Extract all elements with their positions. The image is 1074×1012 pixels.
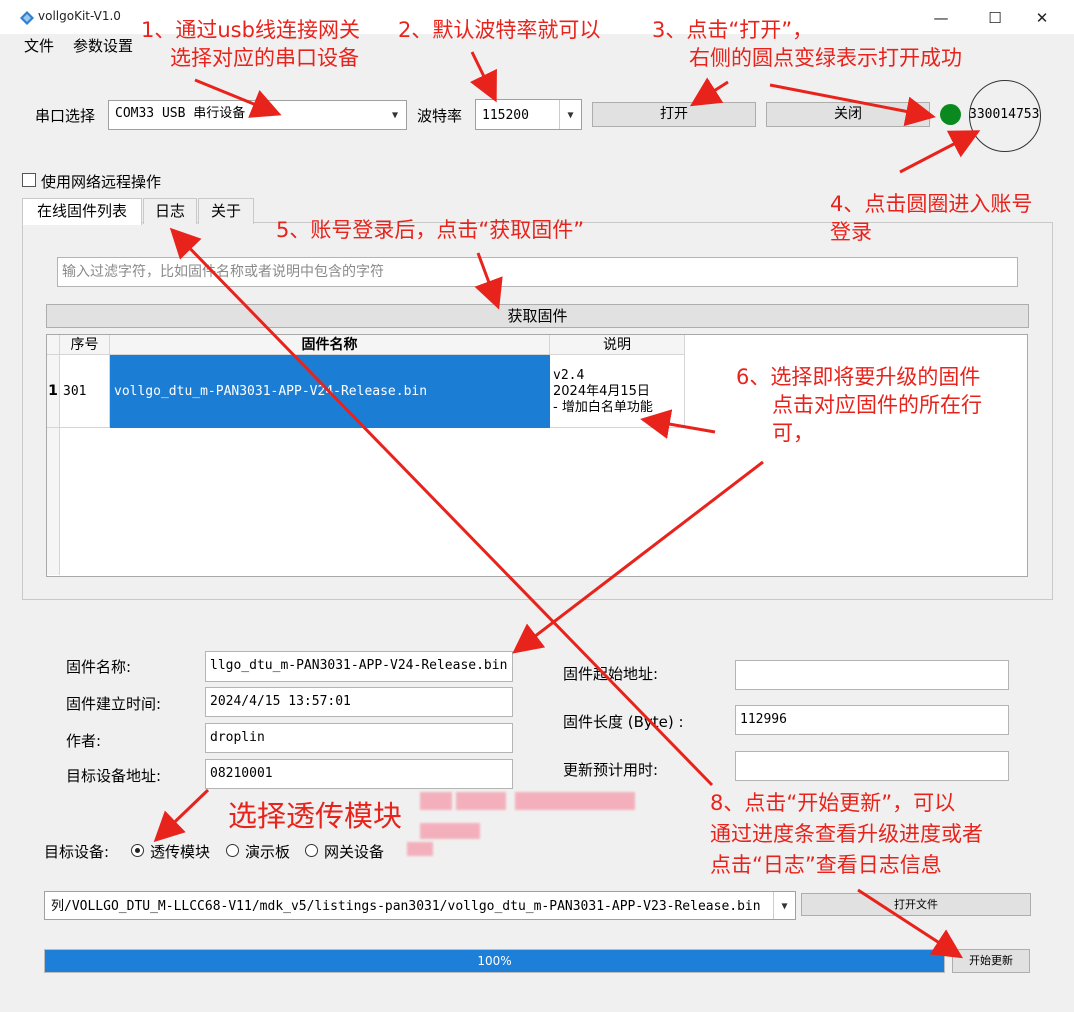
annotation-line: 5、账号登录后，点击“获取固件” bbox=[276, 218, 585, 242]
annotation-line: 登录 bbox=[830, 220, 872, 244]
annotation-line: 选择对应的串口设备 bbox=[170, 46, 359, 70]
annotation-arrow bbox=[640, 409, 716, 439]
annotation-step4: 4、点击圆圈进入账号 登录 bbox=[830, 190, 1032, 246]
annotation-line: 可， bbox=[772, 421, 814, 445]
annotation-arrow bbox=[769, 83, 936, 127]
annotation-arrow bbox=[689, 77, 729, 107]
annotation-line: 8、点击“开始更新”，可以 bbox=[710, 791, 956, 815]
annotation-step3: 3、点击“打开”， 右侧的圆点变绿表示打开成功 bbox=[652, 16, 962, 72]
annotation-line: 3、点击“打开”， bbox=[652, 18, 814, 42]
annotation-step5: 5、账号登录后，点击“获取固件” bbox=[276, 216, 584, 244]
annotation-line: 1、通过usb线连接网关 bbox=[141, 18, 360, 42]
annotation-line: 右侧的圆点变绿表示打开成功 bbox=[689, 46, 962, 70]
annotation-arrow bbox=[169, 227, 714, 787]
annotation-step1: 1、通过usb线连接网关 选择对应的串口设备 bbox=[141, 16, 360, 72]
annotation-arrow bbox=[899, 130, 981, 174]
annotation-step6: 6、选择即将要升级的固件 点击对应固件的所在行 可， bbox=[736, 363, 982, 447]
annotation-step7: 选择透传模块 bbox=[228, 798, 402, 834]
annotation-line: 点击对应固件的所在行 bbox=[772, 393, 982, 417]
annotation-line: 4、点击圆圈进入账号 bbox=[830, 192, 1033, 216]
annotation-step2: 2、默认波特率就可以 bbox=[398, 16, 600, 44]
annotation-line: 2、默认波特率就可以 bbox=[398, 18, 601, 42]
annotation-line: 选择透传模块 bbox=[228, 799, 403, 833]
annotation-arrow bbox=[474, 252, 503, 310]
annotation-step8: 8、点击“开始更新”，可以 通过进度条查看升级进度或者 点击“日志”查看日志信息 bbox=[710, 788, 983, 881]
annotation-line: 点击“日志”查看日志信息 bbox=[710, 853, 942, 877]
annotation-line: 通过进度条查看升级进度或者 bbox=[710, 822, 983, 846]
annotation-arrow bbox=[857, 888, 964, 959]
annotation-arrow bbox=[153, 788, 210, 843]
annotation-arrow bbox=[469, 51, 497, 103]
annotation-arrow bbox=[194, 78, 282, 118]
annotation-line: 6、选择即将要升级的固件 bbox=[736, 365, 981, 389]
